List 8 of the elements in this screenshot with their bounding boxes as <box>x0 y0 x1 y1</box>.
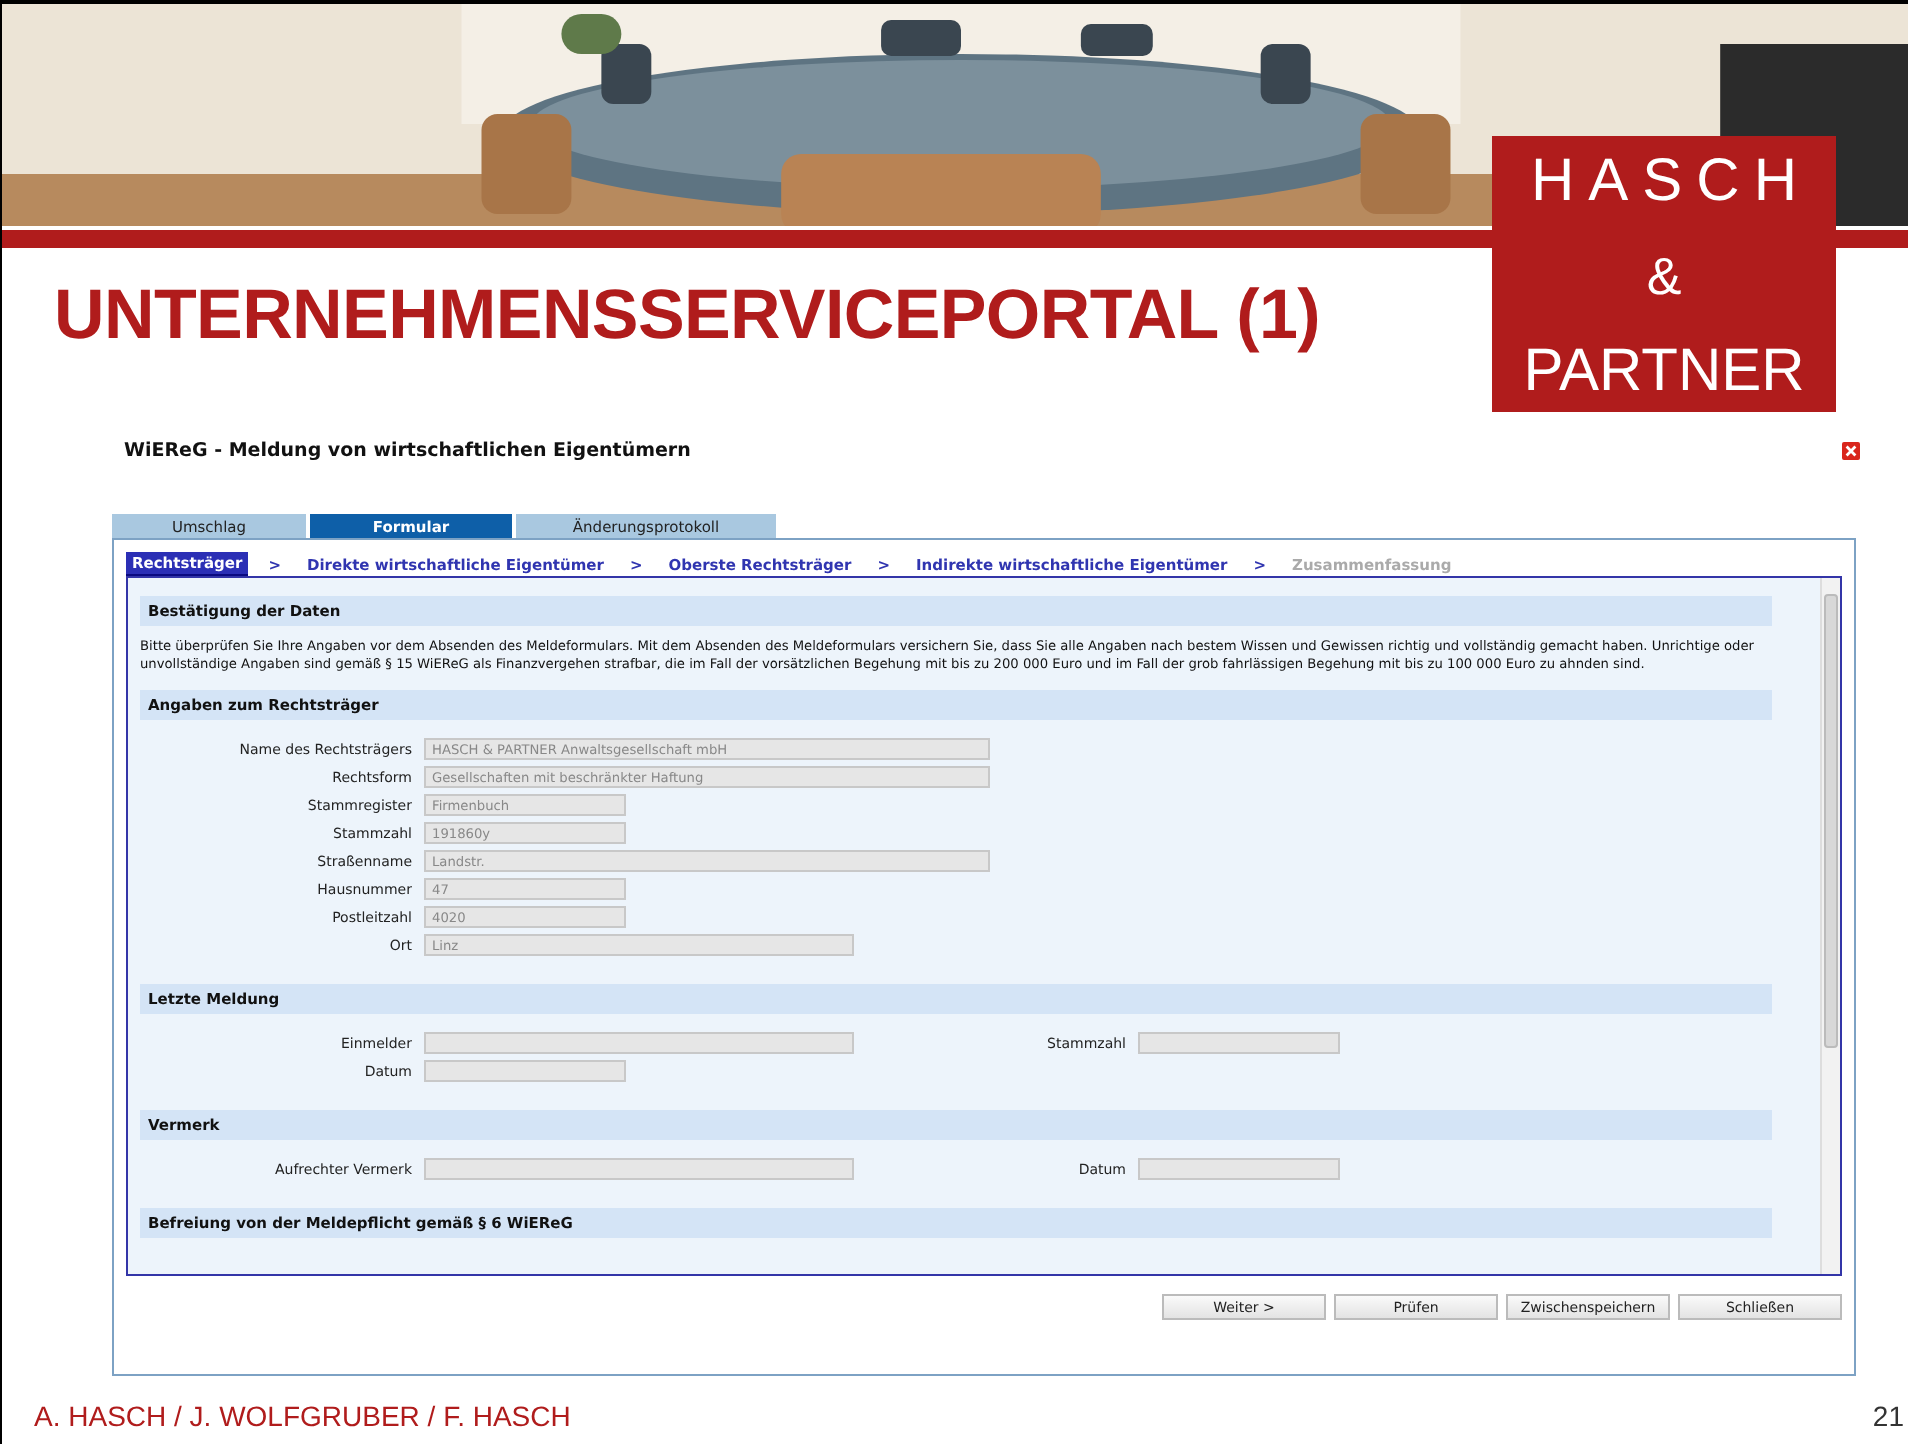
close-icon <box>1842 442 1860 460</box>
slide-title: UNTERNEHMENSSERVICEPORTAL (1) <box>54 276 1321 356</box>
form-title: WiEReG - Meldung von wirtschaftlichen Eigentümern <box>124 440 691 462</box>
footer-text: A. HASCH / J. WOLFGRUBER / F. HASCH <box>34 1400 571 1432</box>
scrollbar[interactable] <box>1820 578 1840 1274</box>
page-number: 21 <box>1872 1400 1904 1432</box>
close-button[interactable] <box>1842 442 1860 460</box>
logo: HASCH & PARTNER <box>1492 136 1836 412</box>
